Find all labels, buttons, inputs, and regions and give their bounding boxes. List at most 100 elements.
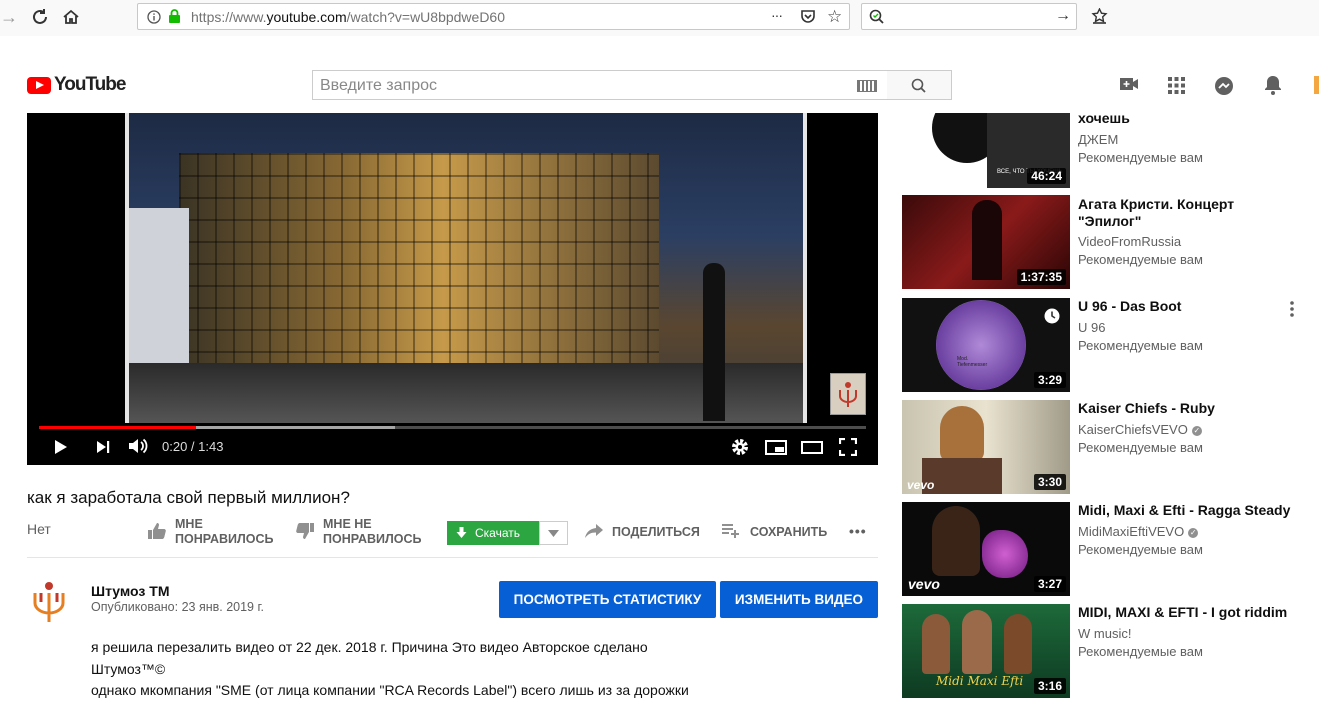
sidebar-recommended-5: Рекомендуемые вам bbox=[1078, 542, 1203, 557]
sidebar-title-6[interactable]: MIDI, MAXI & EFTI - I got riddim bbox=[1078, 604, 1298, 621]
gauge-text: Mod. Tiefenmesser bbox=[957, 356, 988, 368]
video-silhouette bbox=[703, 263, 725, 421]
channel-avatar[interactable] bbox=[27, 579, 71, 623]
singer-figure-1 bbox=[922, 614, 950, 674]
theater-mode-button[interactable] bbox=[801, 441, 823, 458]
description-line-1: я решила перезалить видео от 22 дек. 201… bbox=[91, 639, 648, 655]
chevron-down-icon bbox=[548, 530, 559, 537]
singer-face bbox=[932, 506, 980, 576]
sidebar-channel-5[interactable]: MidiMaxiEftiVEVO ✓ bbox=[1078, 524, 1199, 539]
reload-icon[interactable] bbox=[31, 8, 49, 29]
create-video-icon[interactable] bbox=[1119, 76, 1139, 97]
sidebar-thumbnail-5[interactable]: vevo 3:27 bbox=[902, 502, 1070, 596]
go-arrow-icon[interactable]: → bbox=[1055, 7, 1071, 25]
sidebar-channel-1[interactable]: ДЖЕМ bbox=[1078, 132, 1118, 147]
singer-face bbox=[940, 406, 984, 462]
depth-gauge-dial bbox=[936, 300, 1026, 390]
more-options-vertical-icon[interactable] bbox=[1290, 301, 1294, 322]
sidebar-thumbnail-4[interactable]: vevo 3:30 bbox=[902, 400, 1070, 494]
divider bbox=[27, 557, 878, 558]
time-display: 0:20 / 1:43 bbox=[162, 439, 224, 454]
duration-badge: 3:30 bbox=[1033, 474, 1066, 490]
page-actions-icon[interactable]: ··· bbox=[771, 7, 783, 23]
browser-search-bar[interactable]: → bbox=[861, 3, 1077, 30]
vevo-logo: vevo bbox=[907, 478, 935, 492]
thumbs-down-icon bbox=[296, 523, 314, 539]
search-icon bbox=[911, 78, 926, 93]
channel-name[interactable]: Штумоз ТМ bbox=[91, 583, 169, 599]
sidebar-title-2[interactable]: Агата Кристи. Концерт "Эпилог" bbox=[1078, 196, 1298, 230]
video-side-building bbox=[129, 208, 189, 368]
search-button[interactable] bbox=[887, 70, 952, 100]
channel-watermark-icon[interactable] bbox=[830, 373, 866, 415]
purple-flower bbox=[982, 530, 1028, 578]
info-icon[interactable] bbox=[147, 10, 161, 29]
notifications-bell-icon[interactable] bbox=[1264, 75, 1282, 100]
sidebar-title-3[interactable]: U 96 - Das Boot bbox=[1078, 298, 1298, 315]
video-player[interactable]: 0:20 / 1:43 bbox=[27, 113, 878, 465]
back-icon[interactable]: → bbox=[0, 8, 18, 26]
messages-icon[interactable] bbox=[1214, 76, 1234, 101]
keyboard-icon[interactable] bbox=[857, 80, 877, 92]
settings-gear-icon[interactable] bbox=[731, 438, 749, 460]
sidebar-thumbnail-1[interactable]: ВСЕ, ЧТО ТЫ ХОЧЕШЬ 46:24 bbox=[902, 113, 1070, 188]
share-icon bbox=[585, 524, 603, 538]
share-label: ПОДЕЛИТЬСЯ bbox=[612, 525, 700, 539]
download-arrow-icon bbox=[456, 527, 467, 538]
home-icon[interactable] bbox=[62, 8, 80, 29]
play-button[interactable] bbox=[54, 439, 68, 459]
publish-date: Опубликовано: 23 янв. 2019 г. bbox=[91, 600, 264, 614]
sidebar-channel-6[interactable]: W music! bbox=[1078, 626, 1131, 641]
search-input[interactable]: Введите запрос bbox=[312, 70, 888, 100]
next-video-button[interactable] bbox=[96, 440, 110, 458]
singer-figure-2 bbox=[962, 610, 992, 674]
more-actions-icon[interactable]: ••• bbox=[849, 524, 867, 539]
download-button[interactable]: Скачать bbox=[447, 521, 539, 545]
video-frame bbox=[125, 113, 807, 423]
duration-badge: 3:16 bbox=[1033, 678, 1066, 694]
view-count: Нет bbox=[27, 521, 51, 537]
save-label: СОХРАНИТЬ bbox=[750, 525, 828, 539]
album-cover-text: Midi Maxi Efti bbox=[936, 674, 1024, 688]
miniplayer-button[interactable] bbox=[765, 440, 787, 459]
description-line-2: Штумоз™© bbox=[91, 661, 166, 677]
sidebar-thumbnail-6[interactable]: Midi Maxi Efti 3:16 bbox=[902, 604, 1070, 698]
sidebar-title-5[interactable]: Midi, Maxi & Efti - Ragga Steady bbox=[1078, 502, 1298, 519]
fullscreen-button[interactable] bbox=[838, 437, 858, 460]
sidebar-recommended-2: Рекомендуемые вам bbox=[1078, 252, 1203, 267]
vevo-logo: vevo bbox=[908, 576, 940, 592]
edit-video-button[interactable]: ИЗМЕНИТЬ ВИДЕО bbox=[720, 581, 878, 618]
youtube-logo-play-icon bbox=[36, 81, 44, 89]
library-icon[interactable] bbox=[1091, 7, 1108, 30]
duration-badge: 46:24 bbox=[1027, 168, 1066, 184]
album-tracklist bbox=[902, 113, 1002, 188]
apps-grid-icon[interactable] bbox=[1168, 77, 1185, 99]
sidebar-title-4[interactable]: Kaiser Chiefs - Ruby bbox=[1078, 400, 1298, 417]
sidebar-recommended-6: Рекомендуемые вам bbox=[1078, 644, 1203, 659]
bookmark-star-icon[interactable]: ☆ bbox=[827, 7, 842, 27]
singer-figure-3 bbox=[1004, 614, 1032, 674]
duration-badge: 3:27 bbox=[1033, 576, 1066, 592]
duration-badge: 3:29 bbox=[1033, 372, 1066, 388]
verified-check-icon: ✓ bbox=[1191, 425, 1202, 436]
sidebar-title-1[interactable]: хочешь bbox=[1078, 110, 1298, 127]
like-label: МНЕ ПОНРАВИЛОСЬ bbox=[175, 517, 274, 546]
sidebar-recommended-1: Рекомендуемые вам bbox=[1078, 150, 1203, 165]
playlist-add-icon bbox=[722, 524, 739, 538]
sidebar-channel-2[interactable]: VideoFromRussia bbox=[1078, 234, 1181, 249]
sidebar-thumbnail-2[interactable]: 1:37:35 bbox=[902, 195, 1070, 289]
sidebar-thumbnail-3[interactable]: Mod. Tiefenmesser 3:29 bbox=[902, 298, 1070, 392]
video-title: как я заработала свой первый миллион? bbox=[27, 488, 350, 507]
sidebar-channel-3[interactable]: U 96 bbox=[1078, 320, 1105, 335]
thumbs-up-icon bbox=[148, 523, 166, 539]
volume-button[interactable] bbox=[128, 437, 148, 459]
watch-later-clock-icon[interactable] bbox=[1044, 308, 1060, 329]
download-dropdown-button[interactable] bbox=[539, 521, 568, 545]
view-stats-button[interactable]: ПОСМОТРЕТЬ СТАТИСТИКУ bbox=[499, 581, 716, 618]
sidebar-channel-4[interactable]: KaiserChiefsVEVO ✓ bbox=[1078, 422, 1202, 437]
youtube-logo-text[interactable]: YouTube bbox=[54, 74, 126, 96]
url-bar[interactable]: https://www.youtube.com/watch?v=wU8bpdwe… bbox=[137, 3, 850, 30]
avatar[interactable] bbox=[1314, 76, 1319, 94]
pocket-icon[interactable] bbox=[800, 9, 816, 29]
concert-performer bbox=[972, 200, 1002, 280]
